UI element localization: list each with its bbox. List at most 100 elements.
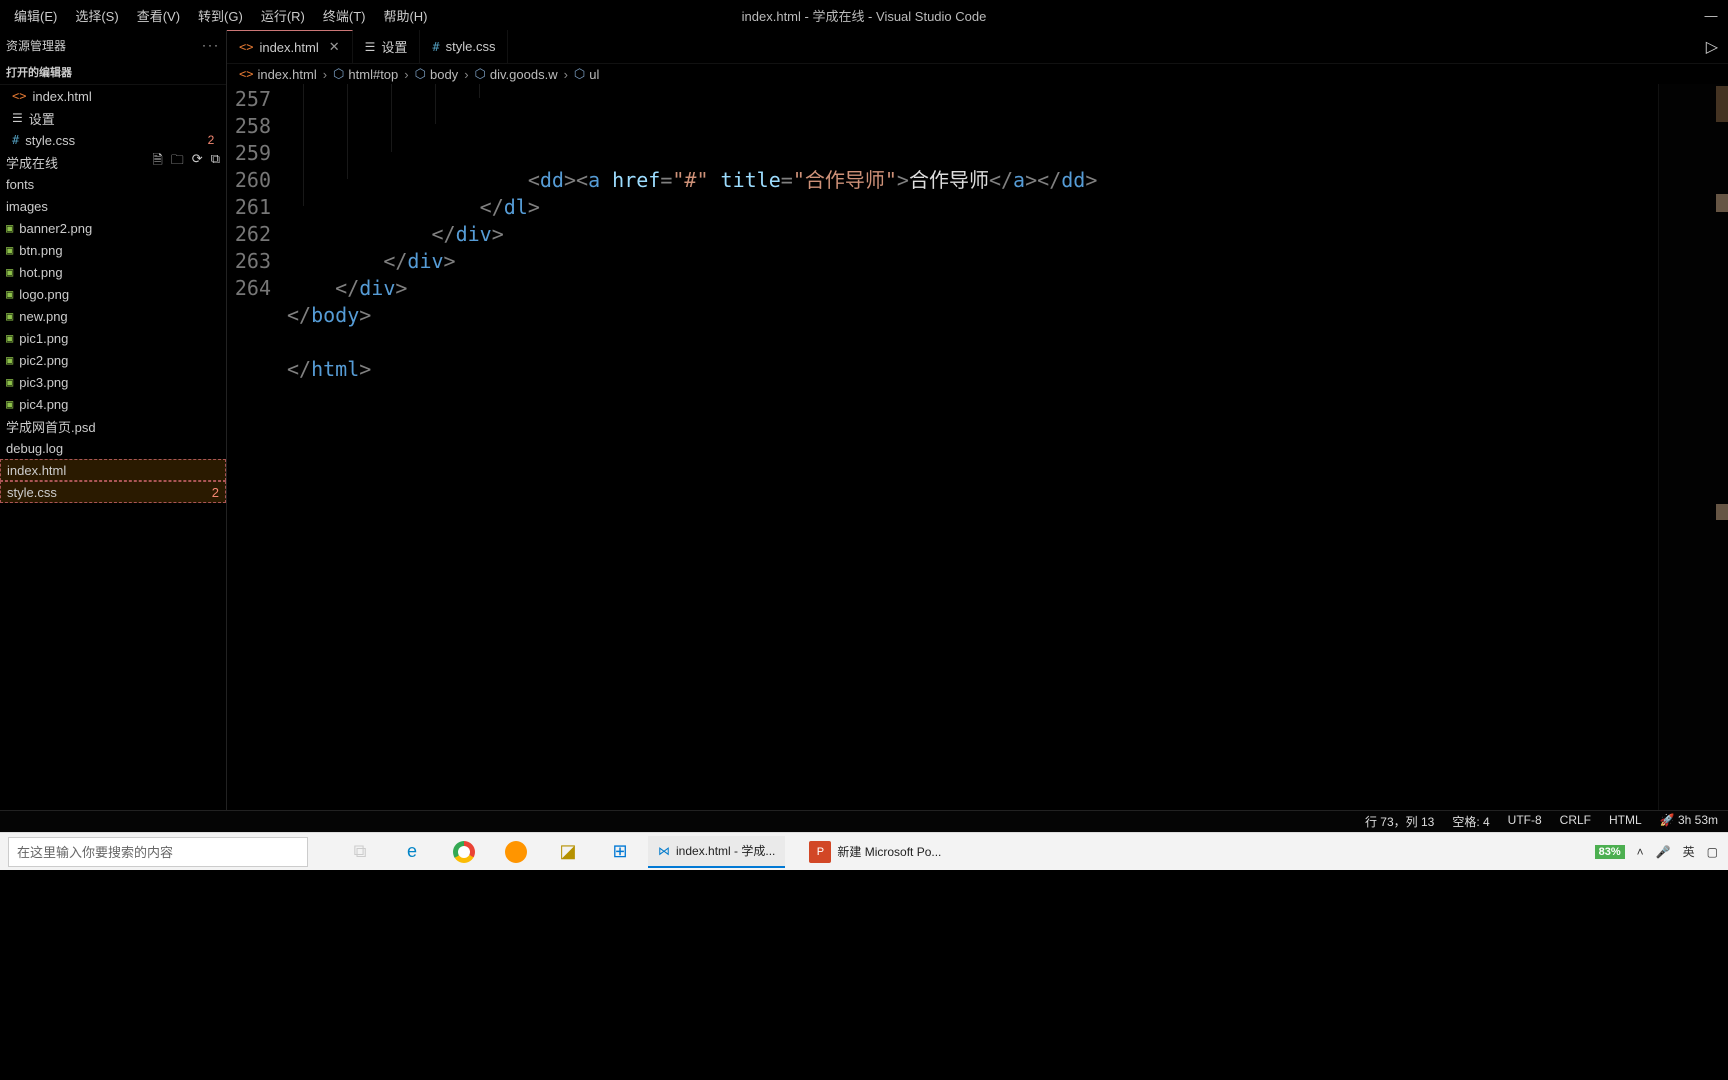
status-eol[interactable]: CRLF [1560,813,1591,830]
menu-selection[interactable]: 选择(S) [67,2,126,29]
breadcrumb-item[interactable]: ul [589,67,599,82]
editor-area: <> index.html ✕ ☰ 设置 # style.css ▷ <> in… [227,30,1728,830]
file-item[interactable]: ▣logo.png [0,283,226,305]
open-editor-label: style.css [25,133,75,148]
file-item[interactable]: ▣new.png [0,305,226,327]
minimap[interactable] [1658,84,1728,830]
image-icon: ▣ [6,221,13,235]
breadcrumb[interactable]: <> index.html › ⬡ html#top › ⬡ body › ⬡ … [227,64,1728,84]
chevron-icon: › [464,67,468,82]
status-spaces[interactable]: 空格: 4 [1452,813,1489,830]
file-item[interactable]: ▣pic4.png [0,393,226,415]
breadcrumb-item[interactable]: div.goods.w [490,67,558,82]
sticky-notes-icon[interactable]: ◪ [554,838,582,866]
menu-view[interactable]: 查看(V) [129,2,188,29]
status-language[interactable]: HTML [1609,813,1642,830]
chrome-icon[interactable] [450,838,478,866]
tab-index-html[interactable]: <> index.html ✕ [227,30,353,63]
new-folder-icon[interactable]: 🗀 [171,151,184,173]
minimize-button[interactable]: — [1700,8,1722,23]
tray-chevron-icon[interactable]: ˄ [1637,845,1644,859]
tray-ime-icon[interactable]: 英 [1683,843,1695,860]
problems-badge: 2 [202,133,220,147]
file-item[interactable]: debug.log [0,437,226,459]
file-item[interactable]: ▣pic3.png [0,371,226,393]
file-item[interactable]: ▣pic2.png [0,349,226,371]
html-icon: <> [239,67,253,81]
system-tray: 83% ˄ 🎤 英 ▢ [1595,843,1728,860]
taskbar-app-powerpoint[interactable]: P 新建 Microsoft Po... [799,836,951,868]
file-item[interactable]: ▣btn.png [0,239,226,261]
open-editor-item[interactable]: <> index.html [0,85,226,107]
window-title: index.html - 学成在线 - Visual Studio Code [742,6,987,25]
new-file-icon[interactable]: 🗎 [152,151,162,173]
menu-bar: 编辑(E) 选择(S) 查看(V) 转到(G) 运行(R) 终端(T) 帮助(H… [0,2,436,29]
code-editor[interactable]: 257258259260261262263264 <dd><a href="#"… [227,84,1728,830]
code-content[interactable]: <dd><a href="#" title="合作导师">合作导师</a></d… [287,84,1658,830]
edge-icon[interactable]: e [398,838,426,866]
menu-run[interactable]: 运行(R) [253,2,313,29]
status-timer[interactable]: 🚀 3h 53m [1660,813,1718,830]
window-controls: — [1700,8,1722,23]
file-item[interactable]: index.html [0,459,226,481]
tab-label: index.html [259,40,318,55]
menu-edit[interactable]: 编辑(E) [6,2,65,29]
taskbar-search[interactable]: 在这里输入你要搜索的内容 [8,837,308,867]
open-editors-title[interactable]: 打开的编辑器 [0,60,226,85]
vscode-icon: ⋈ [658,844,670,858]
calculator-icon[interactable]: ⊞ [606,838,634,866]
file-tree: fonts images ▣banner2.png ▣btn.png ▣hot.… [0,173,226,503]
breadcrumb-item[interactable]: body [430,67,458,82]
file-label: banner2.png [19,221,92,236]
css-icon: # [12,133,19,147]
html-icon: <> [12,89,26,103]
status-cursor[interactable]: 行 73，列 13 [1365,813,1434,830]
image-icon: ▣ [6,243,13,257]
project-root[interactable]: 学成在线 🗎 🗀 ⟳ ⧉ [0,151,226,173]
more-icon[interactable]: ··· [202,38,220,52]
close-icon[interactable]: ✕ [329,39,340,55]
tab-settings[interactable]: ☰ 设置 [353,30,421,63]
run-icon[interactable]: ▷ [1706,37,1718,57]
folder-label: fonts [6,177,34,192]
image-icon: ▣ [6,375,13,389]
css-icon: # [432,40,439,54]
open-editor-label: 设置 [29,109,55,128]
folder[interactable]: fonts [0,173,226,195]
file-label: debug.log [6,441,63,456]
tray-notifications-icon[interactable]: ▢ [1707,845,1718,859]
menu-go[interactable]: 转到(G) [190,2,251,29]
menu-terminal[interactable]: 终端(T) [315,2,374,29]
file-label: logo.png [19,287,69,302]
open-editor-item[interactable]: ☰ 设置 [0,107,226,129]
chevron-icon: › [404,67,408,82]
breadcrumb-item[interactable]: html#top [348,67,398,82]
file-item[interactable]: style.css 2 [0,481,226,503]
file-item[interactable]: ▣pic1.png [0,327,226,349]
image-icon: ▣ [6,353,13,367]
file-item[interactable]: ▣hot.png [0,261,226,283]
title-bar: 编辑(E) 选择(S) 查看(V) 转到(G) 运行(R) 终端(T) 帮助(H… [0,0,1728,30]
html-icon: <> [239,40,253,54]
status-encoding[interactable]: UTF-8 [1508,813,1542,830]
tab-style-css[interactable]: # style.css [420,30,508,63]
task-view-icon[interactable]: ⧉ [346,838,374,866]
taskbar-app-vscode[interactable]: ⋈ index.html - 学成... [648,836,785,868]
taskbar-app-label: index.html - 学成... [676,842,775,859]
menu-help[interactable]: 帮助(H) [375,2,435,29]
file-item[interactable]: ▣ banner2.png [0,217,226,239]
firefox-icon[interactable] [502,838,530,866]
tray-mic-icon[interactable]: 🎤 [1656,845,1671,859]
collapse-icon[interactable]: ⧉ [211,151,220,173]
open-editor-item[interactable]: # style.css 2 [0,129,226,151]
file-label: 学成网首页.psd [6,417,96,436]
file-label: hot.png [19,265,62,280]
battery-badge[interactable]: 83% [1595,845,1625,859]
project-name: 学成在线 [6,153,58,172]
breadcrumb-item[interactable]: index.html [257,67,316,82]
explorer-title: 资源管理器 [6,37,66,54]
file-item[interactable]: 学成网首页.psd [0,415,226,437]
tag-icon: ⬡ [333,66,344,82]
folder[interactable]: images [0,195,226,217]
refresh-icon[interactable]: ⟳ [192,151,203,173]
